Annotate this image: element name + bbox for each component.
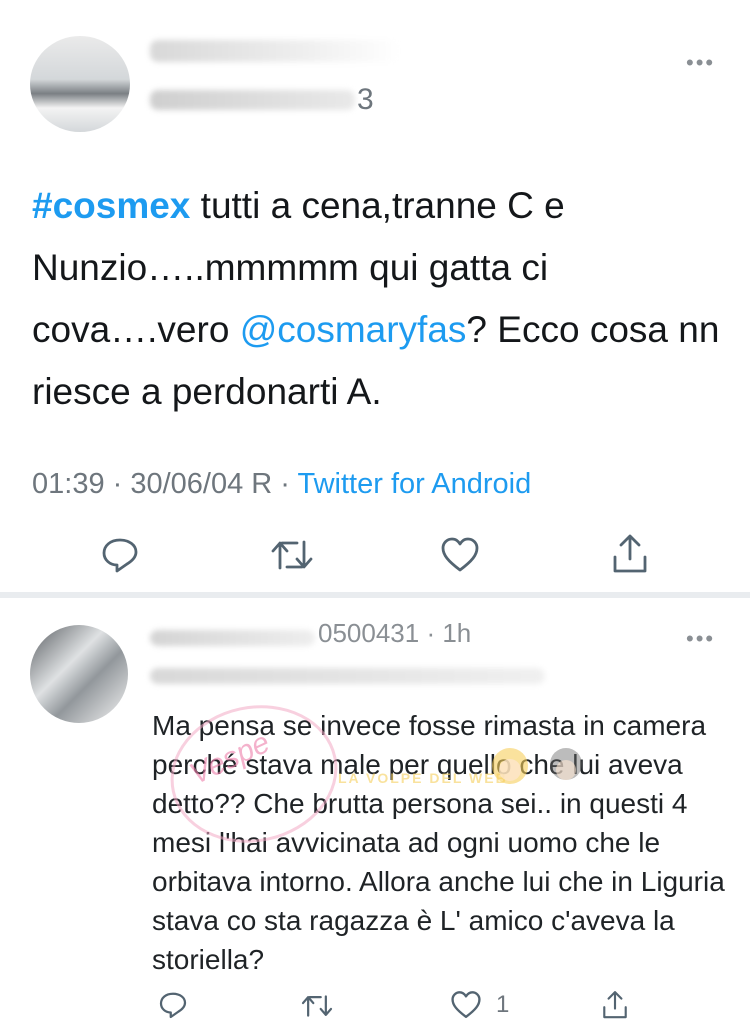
avatar[interactable] [30,36,130,132]
reply-text: Ma pensa se invece fosse rimasta in came… [152,710,725,975]
heart-icon [451,991,481,1019]
reply-button[interactable] [100,535,140,575]
share-icon [603,991,627,1019]
share-button[interactable] [610,533,650,575]
reply-share-button[interactable] [600,990,630,1020]
timestamp: 01:39 · 30/06/04 R [32,468,273,500]
retweet-icon [301,995,333,1017]
tweet-meta: 01:39 · 30/06/04 R · Twitter for Android [32,468,531,501]
hashtag-link[interactable]: #cosmex [32,185,190,226]
handle-row: 3 [150,80,374,120]
reply-retweet-button[interactable] [300,992,334,1020]
retweet-icon [271,540,313,570]
more-options-icon[interactable]: ••• [686,52,715,74]
handle-suffix: 3 [357,83,374,116]
display-name-redacted [150,40,400,62]
retweet-button[interactable] [270,536,314,574]
reply-avatar[interactable] [30,625,128,723]
reply-like-button[interactable]: 1 [450,990,509,1020]
reply-reply-button[interactable] [158,990,188,1020]
reply-header: 0500431 · 1h [318,618,472,648]
handle-redacted [150,90,355,110]
reply-handle-redacted [150,668,545,684]
reply-name-redacted [150,630,315,646]
reply-icon [159,992,187,1019]
like-count: 1 [496,991,510,1018]
meta-separator: · [272,468,298,500]
share-icon [613,534,647,573]
heart-icon [441,537,479,572]
reply-more-options-icon[interactable]: ••• [686,628,715,650]
mention-link[interactable]: @cosmaryfas [240,309,467,350]
like-button[interactable] [440,536,480,574]
reply-icon [102,538,138,573]
source-link[interactable]: Twitter for Android [297,468,531,500]
tweet-text: #cosmex tutti a cena,tranne C e Nunzio….… [32,175,722,423]
main-tweet: 3 ••• #cosmex tutti a cena,tranne C e Nu… [0,0,750,592]
